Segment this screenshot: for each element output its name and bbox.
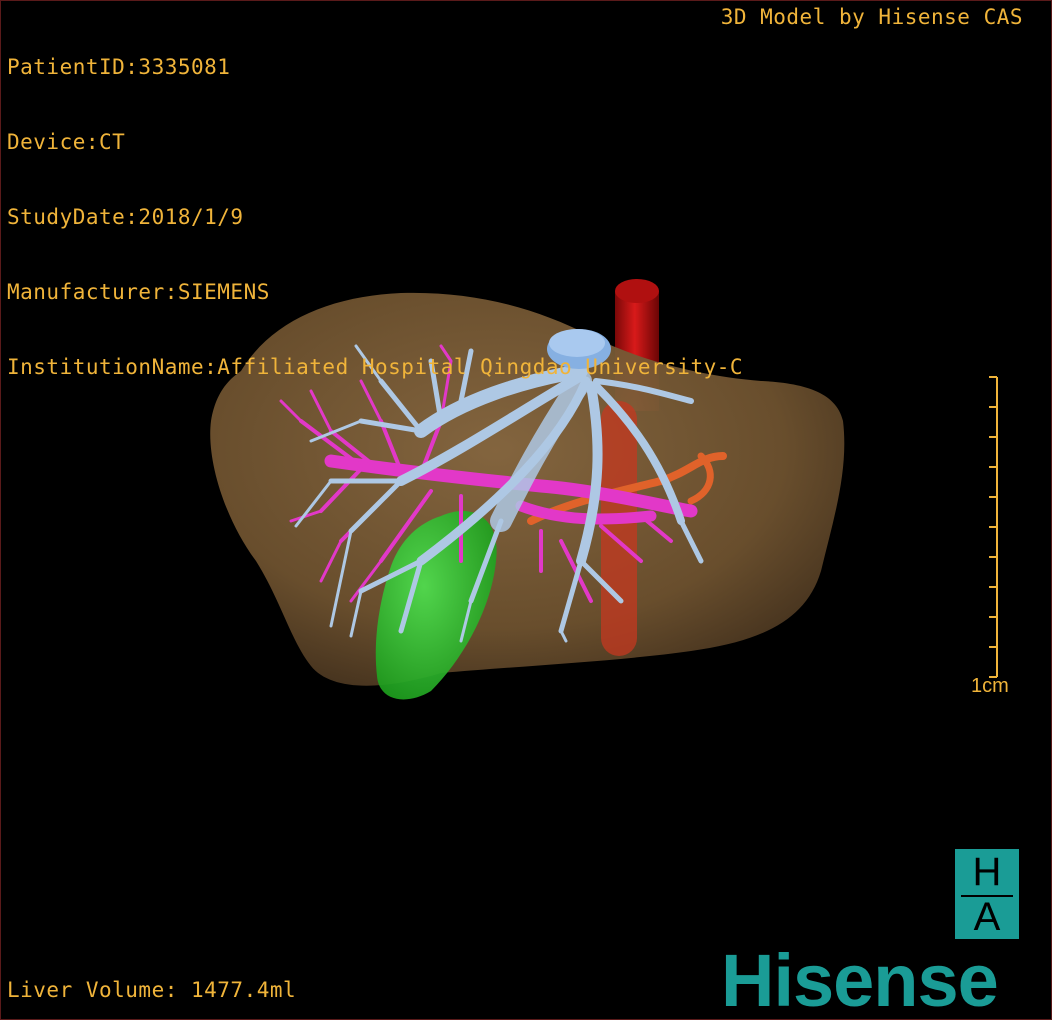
ha-logo-icon: H A — [955, 849, 1019, 939]
study-date: StudyDate:2018/1/9 — [7, 205, 244, 229]
scale-bar — [989, 376, 998, 678]
device: Device:CT — [7, 130, 126, 154]
vendor-label: 3D Model by Hisense CAS — [720, 5, 1023, 29]
dicom-info: PatientID:3335081 Device:CT StudyDate:20… — [7, 5, 743, 430]
patient-id: PatientID:3335081 — [7, 55, 231, 79]
3d-viewport[interactable]: PatientID:3335081 Device:CT StudyDate:20… — [0, 0, 1052, 1020]
ha-logo-bottom: A — [973, 895, 1001, 939]
manufacturer: Manufacturer:SIEMENS — [7, 280, 270, 304]
scale-label: 1cm — [971, 675, 1009, 697]
ha-logo-top: H — [972, 850, 1002, 894]
brand-wordmark: Hisense — [721, 939, 999, 1020]
liver-volume: Liver Volume: 1477.4ml — [7, 978, 297, 1002]
institution-name: InstitutionName:Affiliated Hospital Qing… — [7, 355, 744, 379]
